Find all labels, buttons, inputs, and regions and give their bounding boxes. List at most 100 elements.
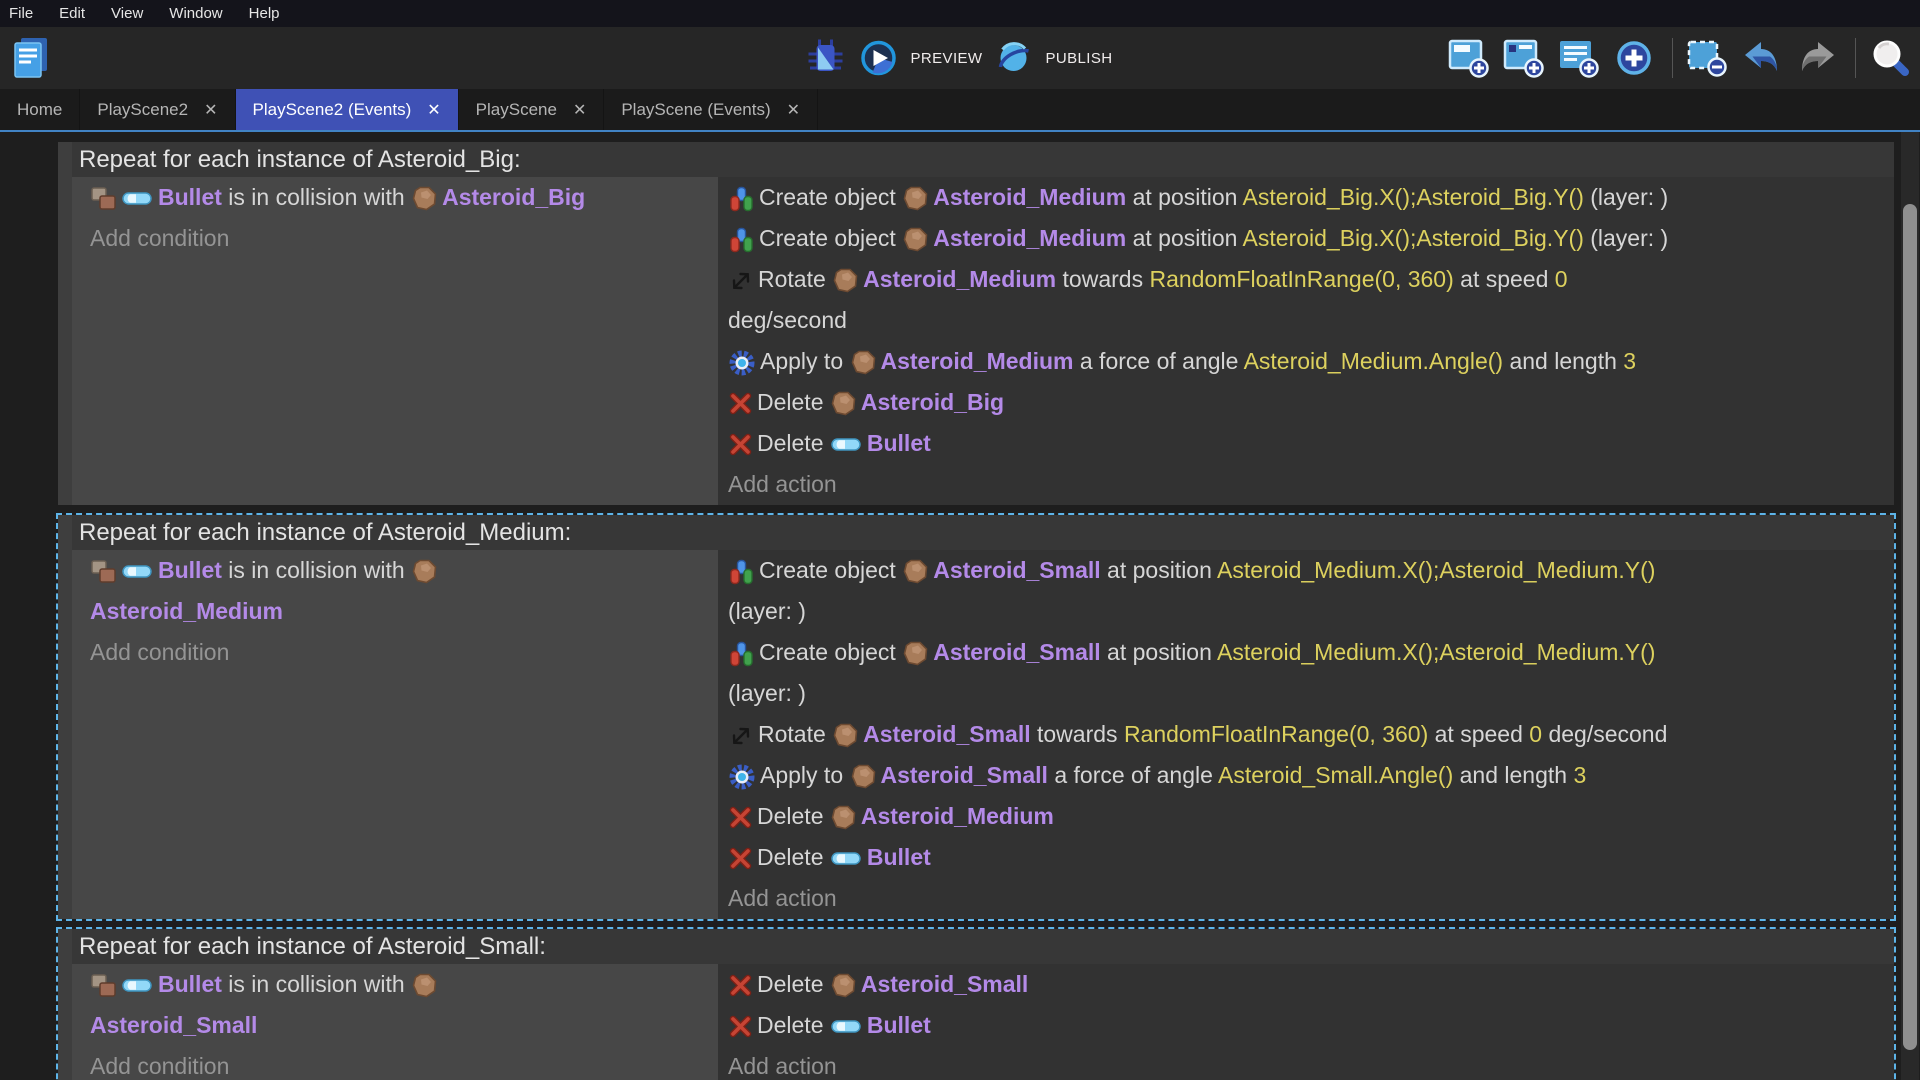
preview-label: PREVIEW — [911, 50, 983, 67]
add-condition-button[interactable]: Add condition — [90, 218, 710, 259]
menu-view[interactable]: View — [98, 5, 156, 22]
scrollbar-thumb[interactable] — [1903, 204, 1917, 1050]
action-row[interactable]: Create object Asteroid_Small at position… — [728, 550, 1886, 632]
action-row[interactable]: Create object Asteroid_Medium at positio… — [728, 218, 1886, 259]
action-row[interactable]: Delete Bullet — [728, 837, 1886, 878]
vertical-scrollbar[interactable] — [1901, 132, 1919, 1080]
instruction-text: is in collision with — [222, 184, 411, 210]
project-document-icon — [11, 36, 51, 80]
menu-help[interactable]: Help — [236, 5, 293, 22]
add-action-button[interactable]: Add action — [728, 878, 1886, 919]
tab-playscene-events[interactable]: PlayScene (Events) ✕ — [604, 89, 818, 130]
instruction-text: Apply to — [760, 348, 850, 374]
close-tab-icon[interactable]: ✕ — [427, 100, 440, 120]
instruction-text: a force of angle — [1048, 762, 1218, 788]
publish-button[interactable]: PUBLISH — [994, 40, 1112, 76]
action-row[interactable]: Delete Asteroid_Medium — [728, 796, 1886, 837]
actions-column[interactable]: Create object Asteroid_Medium at positio… — [718, 177, 1894, 505]
bullet-icon — [831, 1005, 862, 1046]
action-row[interactable]: Rotate Asteroid_Medium towards RandomFlo… — [728, 259, 1886, 341]
toolbar-separator — [1855, 38, 1856, 78]
object-name: Asteroid_Small — [933, 639, 1100, 665]
instruction-text: (layer: ) — [728, 598, 806, 624]
bullet-icon — [831, 423, 862, 464]
preview-button[interactable]: PREVIEW — [860, 40, 983, 76]
undo-button[interactable] — [1742, 37, 1786, 79]
action-row[interactable]: Delete Bullet — [728, 423, 1886, 464]
instruction-text: at speed — [1428, 721, 1529, 747]
redo-button[interactable] — [1797, 37, 1841, 79]
instruction-text: and length — [1503, 348, 1623, 374]
action-row[interactable]: Delete Bullet — [728, 1005, 1886, 1046]
instruction-text: (layer: ) — [728, 680, 806, 706]
instruction-text: Create object — [759, 225, 902, 251]
event-block[interactable]: Repeat for each instance of Asteroid_Sma… — [56, 927, 1896, 1080]
action-row[interactable]: Apply to Asteroid_Medium a force of angl… — [728, 341, 1886, 382]
event-block[interactable]: Repeat for each instance of Asteroid_Med… — [56, 513, 1896, 921]
action-row[interactable]: Create object Asteroid_Small at position… — [728, 632, 1886, 714]
condition-row[interactable]: Bullet is in collision with Asteroid_Big — [90, 177, 710, 218]
menu-edit[interactable]: Edit — [46, 5, 98, 22]
action-row[interactable]: Rotate Asteroid_Small towards RandomFloa… — [728, 714, 1886, 755]
object-name: Asteroid_Small — [861, 971, 1028, 997]
asteroid-icon — [833, 714, 858, 755]
add-subevent-button[interactable] — [1504, 37, 1548, 79]
conditions-column[interactable]: Bullet is in collision with Asteroid_Med… — [72, 550, 718, 919]
event-block[interactable]: Repeat for each instance of Asteroid_Big… — [56, 140, 1896, 507]
object-name: Asteroid_Medium — [90, 598, 283, 624]
instruction-text: at position — [1101, 639, 1217, 665]
event-repeat-header[interactable]: Repeat for each instance of Asteroid_Med… — [72, 515, 1894, 550]
remove-event-button[interactable] — [1687, 37, 1731, 79]
bullet-icon — [122, 550, 153, 591]
add-event-button[interactable] — [1449, 37, 1493, 79]
action-row[interactable]: Create object Asteroid_Medium at positio… — [728, 177, 1886, 218]
instruction-text: Delete — [757, 844, 830, 870]
action-row[interactable]: Apply to Asteroid_Small a force of angle… — [728, 755, 1886, 796]
tab-playscene2-events[interactable]: PlayScene2 (Events) ✕ — [236, 89, 459, 130]
event-repeat-header[interactable]: Repeat for each instance of Asteroid_Big… — [72, 142, 1894, 177]
expression: RandomFloatInRange(0, 360) — [1149, 266, 1453, 292]
add-action-button[interactable]: Add action — [728, 1046, 1886, 1080]
asteroid-icon — [903, 550, 928, 591]
debugger-icon[interactable] — [809, 39, 843, 77]
instruction-text: is in collision with — [222, 557, 411, 583]
expression: 3 — [1623, 348, 1636, 374]
condition-row[interactable]: Bullet is in collision with Asteroid_Med… — [90, 550, 710, 632]
close-tab-icon[interactable]: ✕ — [787, 100, 800, 120]
action-row[interactable]: Delete Asteroid_Big — [728, 382, 1886, 423]
menu-window[interactable]: Window — [156, 5, 235, 22]
instruction-text: Create object — [759, 184, 902, 210]
project-manager-button[interactable] — [10, 36, 56, 80]
action-row[interactable]: Delete Asteroid_Small — [728, 964, 1886, 1005]
tab-playscene2[interactable]: PlayScene2 ✕ — [80, 89, 235, 130]
add-comment-button[interactable] — [1559, 37, 1603, 79]
menu-file[interactable]: File — [0, 5, 46, 22]
add-event-dialog-button[interactable] — [1614, 37, 1658, 79]
actions-column[interactable]: Create object Asteroid_Small at position… — [718, 550, 1894, 919]
conditions-column[interactable]: Bullet is in collision with Asteroid_Big… — [72, 177, 718, 505]
tab-bar: Home PlayScene2 ✕ PlayScene2 (Events) ✕ … — [0, 89, 1920, 132]
create-icon — [729, 218, 754, 259]
event-grip[interactable] — [58, 929, 72, 1080]
bullet-icon — [122, 964, 153, 1005]
search-button[interactable] — [1870, 37, 1914, 79]
add-condition-button[interactable]: Add condition — [90, 1046, 710, 1080]
add-action-button[interactable]: Add action — [728, 464, 1886, 505]
object-name: Asteroid_Small — [90, 1012, 257, 1038]
add-condition-button[interactable]: Add condition — [90, 632, 710, 673]
add-event-dialog-icon — [1613, 38, 1655, 78]
instruction-text: deg/second — [728, 307, 847, 333]
event-grip[interactable] — [58, 515, 72, 919]
conditions-column[interactable]: Bullet is in collision with Asteroid_Sma… — [72, 964, 718, 1080]
event-repeat-header[interactable]: Repeat for each instance of Asteroid_Sma… — [72, 929, 1894, 964]
close-tab-icon[interactable]: ✕ — [204, 100, 217, 120]
expression: Asteroid_Big.X();Asteroid_Big.Y() — [1243, 225, 1584, 251]
instruction-text: at position — [1101, 557, 1217, 583]
condition-row[interactable]: Bullet is in collision with Asteroid_Sma… — [90, 964, 710, 1046]
close-tab-icon[interactable]: ✕ — [573, 100, 586, 120]
events-toolbar-buttons — [1449, 27, 1914, 89]
actions-column[interactable]: Delete Asteroid_SmallDelete BulletAdd ac… — [718, 964, 1894, 1080]
tab-home[interactable]: Home — [0, 89, 80, 130]
tab-playscene[interactable]: PlayScene ✕ — [459, 89, 605, 130]
event-grip[interactable] — [58, 142, 72, 505]
